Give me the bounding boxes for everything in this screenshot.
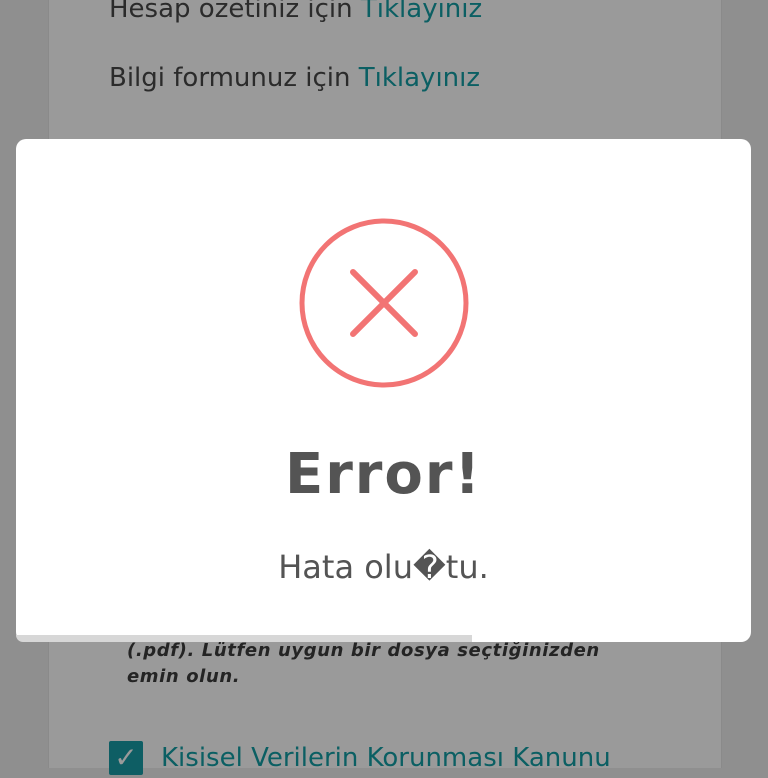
info-form-line: Bilgi formunuz için Tıklayınız xyxy=(109,63,480,93)
consent-label[interactable]: Kisisel Verilerin Korunması Kanunu xyxy=(161,743,611,773)
error-modal: Error! Hata olu�tu. xyxy=(16,139,751,642)
error-x-circle-icon xyxy=(299,218,469,388)
info-form-text: Bilgi formunuz için xyxy=(109,63,359,93)
account-summary-link[interactable]: Tıklayınız xyxy=(361,0,482,24)
consent-checkbox[interactable]: ✓ xyxy=(109,741,143,775)
kvkk-consent[interactable]: ✓ Kisisel Verilerin Korunması Kanunu xyxy=(109,738,611,778)
account-summary-text: Hesap özetiniz için xyxy=(109,0,361,24)
timer-progress-bar xyxy=(16,635,472,642)
modal-title: Error! xyxy=(284,442,483,507)
modal-message: Hata olu�tu. xyxy=(278,548,489,586)
file-type-note: (.pdf). Lütfen uygun bir dosya seçtiğini… xyxy=(127,640,600,687)
info-form-link[interactable]: Tıklayınız xyxy=(359,63,480,93)
account-summary-line: Hesap özetiniz için Tıklayınız xyxy=(109,0,482,24)
